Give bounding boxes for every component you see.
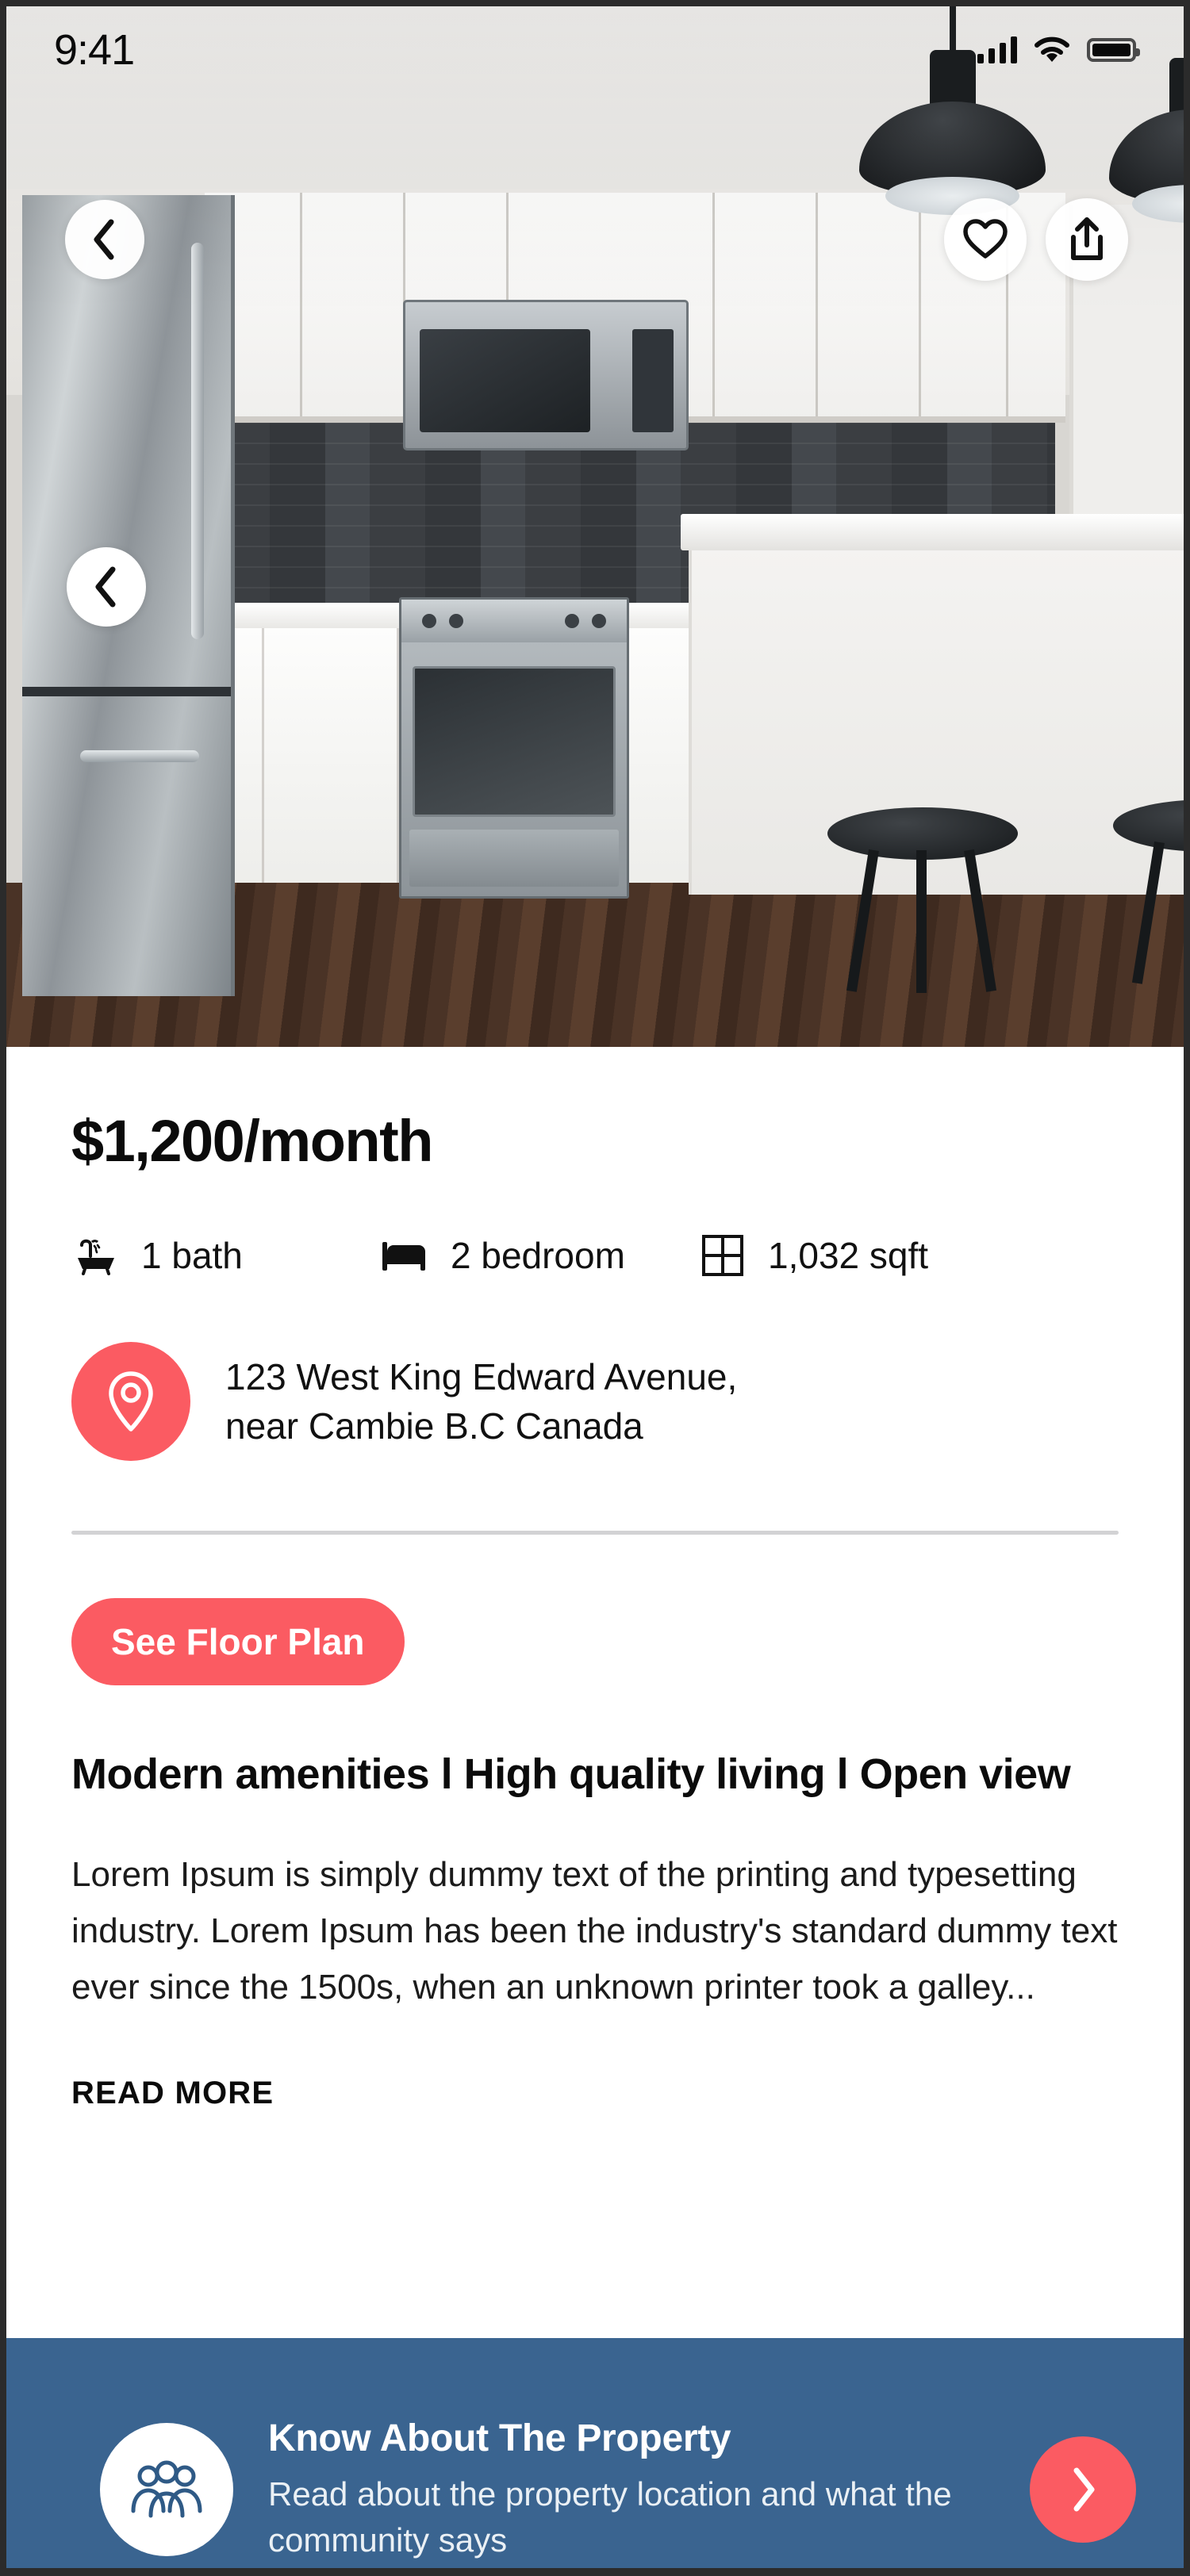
chevron-right-icon: [1073, 2467, 1095, 2512]
carousel-prev-button[interactable]: [67, 547, 146, 627]
device-bezel-top: [0, 0, 1190, 6]
banner-copy: Know About The Property Read about the p…: [268, 2417, 995, 2563]
price-label: $1,200/month: [71, 1108, 433, 1174]
spec-area: 1,032 sqft: [698, 1231, 928, 1280]
listing-description: Lorem Ipsum is simply dummy text of the …: [71, 1854, 1118, 2007]
banner-title: Know About The Property: [268, 2417, 731, 2459]
address-text: 123 West King Edward Avenue, near Cambie…: [225, 1352, 737, 1451]
address-line-1: 123 West King Edward Avenue,: [225, 1355, 738, 1397]
spec-bath: 1 bath: [71, 1231, 381, 1280]
listing-details: $1,200/month 1 bath 2 bedroom 1,032 sqft…: [6, 1047, 1184, 2112]
back-button[interactable]: [65, 200, 144, 279]
read-more-button[interactable]: READ MORE: [71, 2076, 274, 2111]
map-pin-icon: [71, 1342, 190, 1461]
status-bar-time: 9:41: [54, 26, 135, 74]
banner-subtitle: Read about the property location and wha…: [268, 2474, 952, 2559]
section-divider: [71, 1531, 1119, 1535]
chevron-left-icon: [95, 566, 116, 608]
bathtub-icon: [71, 1231, 121, 1280]
listing-headline: Modern amenities l High quality living l…: [71, 1750, 1071, 1798]
battery-full-icon: [1087, 38, 1140, 62]
device-bezel-right: [1184, 0, 1190, 2576]
heart-outline-icon: [963, 219, 1008, 259]
spec-bath-label: 1 bath: [141, 1235, 243, 1276]
spec-area-label: 1,032 sqft: [768, 1235, 929, 1276]
property-hero-image[interactable]: [6, 6, 1184, 1047]
wifi-icon: [1035, 36, 1069, 62]
cellular-signal-icon: [977, 36, 1017, 63]
spec-bedroom-label: 2 bedroom: [451, 1235, 625, 1276]
favorite-button[interactable]: [944, 198, 1027, 281]
status-bar-icons: [977, 36, 1140, 63]
address-block: 123 West King Edward Avenue, near Cambie…: [71, 1342, 1119, 1461]
people-group-icon: [100, 2423, 233, 2556]
see-floor-plan-button[interactable]: See Floor Plan: [71, 1598, 405, 1685]
know-about-property-banner[interactable]: Know About The Property Read about the p…: [6, 2338, 1184, 2568]
address-line-2: near Cambie B.C Canada: [225, 1405, 643, 1447]
device-bezel-bottom: [0, 2568, 1190, 2576]
bed-icon: [381, 1231, 430, 1280]
area-grid-icon: [698, 1231, 747, 1280]
chevron-left-icon: [94, 219, 114, 260]
spec-row: 1 bath 2 bedroom 1,032 sqft: [71, 1231, 1119, 1280]
device-bezel-left: [0, 0, 6, 2576]
phone-screen: 9:41 $1,200/month 1 bath 2 bedroom 1,032…: [0, 0, 1190, 2576]
status-bar: 9:41: [6, 6, 1184, 94]
share-upload-icon: [1071, 217, 1103, 260]
kitchen-photo: [6, 6, 1184, 1047]
spec-bedroom: 2 bedroom: [381, 1231, 698, 1280]
share-button[interactable]: [1046, 198, 1128, 281]
banner-next-button[interactable]: [1030, 2436, 1136, 2543]
